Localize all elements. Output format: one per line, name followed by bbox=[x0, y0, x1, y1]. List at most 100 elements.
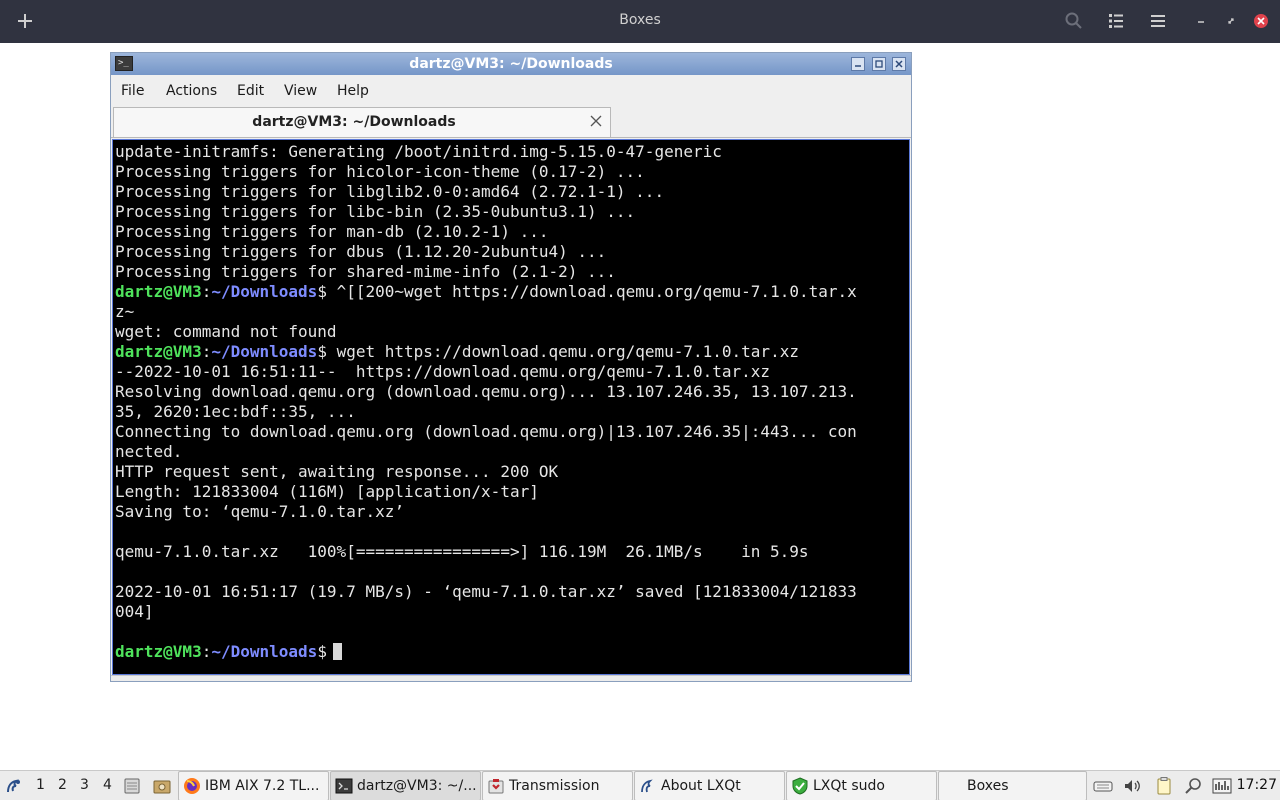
search-icon bbox=[1065, 12, 1082, 29]
terminal-line: Processing triggers for dbus (1.12.20-2u… bbox=[115, 242, 607, 261]
task-label: About LXQt bbox=[661, 778, 741, 794]
terminal-output[interactable]: update-initramfs: Generating /boot/initr… bbox=[112, 139, 910, 675]
menu-file[interactable]: File bbox=[121, 83, 144, 99]
list-view-icon bbox=[1109, 14, 1123, 28]
terminal-icon bbox=[335, 778, 353, 794]
prompt-symbol: $ bbox=[317, 282, 327, 301]
task-label: Boxes bbox=[967, 778, 1009, 794]
file-manager-icon[interactable] bbox=[152, 776, 172, 796]
restore-button[interactable] bbox=[1217, 8, 1245, 34]
menu-actions[interactable]: Actions bbox=[166, 83, 217, 99]
window-title: dartz@VM3: ~/Downloads bbox=[409, 56, 613, 72]
tab-divider bbox=[111, 137, 911, 138]
tab-close-icon[interactable] bbox=[590, 115, 602, 127]
text-cursor bbox=[332, 643, 342, 660]
terminal-line: Processing triggers for hicolor-icon-the… bbox=[115, 162, 645, 181]
close-icon bbox=[895, 60, 903, 68]
desktop-2-button[interactable]: 2 bbox=[58, 777, 67, 793]
minimize-icon bbox=[855, 65, 861, 67]
task-boxes[interactable]: Boxes bbox=[938, 771, 1087, 800]
prompt-separator: : bbox=[201, 642, 212, 661]
task-label: LXQt sudo bbox=[813, 778, 885, 794]
prompt-line: dartz@VM3:~/Downloads$ ^[[200~wget https… bbox=[115, 282, 857, 302]
restore-icon bbox=[1228, 18, 1234, 24]
task-label: dartz@VM3: ~/... bbox=[357, 778, 477, 794]
view-list-button[interactable] bbox=[1102, 8, 1130, 34]
prompt-path: ~/Downloads bbox=[211, 342, 318, 361]
task-lxqt-sudo[interactable]: LXQt sudo bbox=[786, 771, 937, 800]
task-transmission[interactable]: Transmission bbox=[482, 771, 633, 800]
terminal-line: Processing triggers for libc-bin (2.35-0… bbox=[115, 202, 636, 221]
task-ibm-aix[interactable]: IBM AIX 7.2 TL... bbox=[178, 771, 329, 800]
prompt-separator: : bbox=[201, 342, 212, 361]
window-titlebar[interactable]: >_ dartz@VM3: ~/Downloads bbox=[111, 53, 911, 75]
terminal-window: >_ dartz@VM3: ~/Downloads File Actions E… bbox=[110, 52, 912, 682]
prompt-line: dartz@VM3:~/Downloads$ bbox=[115, 642, 857, 662]
terminal-line: Length: 121833004 (116M) [application/x-… bbox=[115, 482, 539, 501]
lxqt-icon bbox=[641, 779, 653, 793]
clipboard-icon[interactable] bbox=[1154, 776, 1174, 796]
task-about-lxqt[interactable]: About LXQt bbox=[634, 771, 785, 800]
prompt-user: dartz@VM3 bbox=[115, 342, 202, 361]
network-icon[interactable] bbox=[1183, 776, 1203, 796]
terminal-line: Processing triggers for libglib2.0-0:amd… bbox=[115, 182, 665, 201]
window-close-button[interactable] bbox=[892, 57, 906, 71]
terminal-line: z~ bbox=[115, 302, 135, 321]
main-menu-button[interactable] bbox=[1144, 8, 1172, 34]
menu-bar: File Actions Edit View Help bbox=[111, 77, 911, 105]
close-button[interactable] bbox=[1247, 8, 1275, 34]
window-minimize-button[interactable] bbox=[851, 57, 865, 71]
minimize-icon bbox=[1198, 21, 1204, 23]
command-text: wget https://download.qemu.org/qemu-7.1.… bbox=[326, 342, 799, 361]
terminal-line: wget: command not found bbox=[115, 322, 337, 341]
main-menu-icon[interactable] bbox=[4, 776, 24, 796]
terminal-line: nected. bbox=[115, 442, 183, 461]
show-desktop-icon[interactable] bbox=[122, 776, 142, 796]
desktop-3-button[interactable]: 3 bbox=[80, 777, 89, 793]
prompt-separator: : bbox=[201, 282, 212, 301]
terminal-line: Connecting to download.qemu.org (downloa… bbox=[115, 422, 857, 441]
window-bottom-frame bbox=[111, 675, 911, 681]
shield-check-icon bbox=[792, 777, 808, 795]
clock[interactable]: 17:27 bbox=[1237, 777, 1277, 793]
prompt-line: dartz@VM3:~/Downloads$ wget https://down… bbox=[115, 342, 857, 362]
firefox-icon bbox=[184, 778, 200, 794]
menu-view[interactable]: View bbox=[284, 83, 317, 99]
desktop-1-button[interactable]: 1 bbox=[36, 777, 45, 793]
command-text: ^[[200~wget https://download.qemu.org/qe… bbox=[326, 282, 857, 301]
terminal-line: 35, 2620:1ec:bdf::35, ... bbox=[115, 402, 356, 421]
window-maximize-button[interactable] bbox=[872, 57, 886, 71]
transmission-icon bbox=[488, 779, 504, 794]
progress-line: qemu-7.1.0.tar.xz 100%[================>… bbox=[115, 542, 809, 561]
task-label: Transmission bbox=[509, 778, 600, 794]
terminal-line: Saving to: ‘qemu-7.1.0.tar.xz’ bbox=[115, 502, 404, 521]
prompt-user: dartz@VM3 bbox=[115, 282, 202, 301]
menu-edit[interactable]: Edit bbox=[237, 83, 264, 99]
terminal-tab[interactable]: dartz@VM3: ~/Downloads bbox=[113, 107, 611, 137]
terminal-line: 004] bbox=[115, 602, 154, 621]
hamburger-icon bbox=[1151, 15, 1165, 27]
prompt-path: ~/Downloads bbox=[211, 282, 318, 301]
volume-icon[interactable] bbox=[1122, 776, 1142, 796]
boxes-title: Boxes bbox=[619, 12, 661, 28]
cpu-monitor-icon[interactable] bbox=[1212, 776, 1232, 796]
terminal-line: --2022-10-01 16:51:11-- https://download… bbox=[115, 362, 771, 381]
terminal-line: HTTP request sent, awaiting response... … bbox=[115, 462, 559, 481]
search-button[interactable] bbox=[1060, 8, 1088, 34]
desktop-4-button[interactable]: 4 bbox=[103, 777, 112, 793]
terminal-line: update-initramfs: Generating /boot/initr… bbox=[115, 142, 722, 161]
terminal-line: Processing triggers for shared-mime-info… bbox=[115, 262, 616, 281]
terminal-line: 2022-10-01 16:51:17 (19.7 MB/s) - ‘qemu-… bbox=[115, 582, 857, 601]
maximize-icon bbox=[875, 60, 883, 68]
prompt-path: ~/Downloads bbox=[211, 642, 318, 661]
task-label: IBM AIX 7.2 TL... bbox=[205, 778, 320, 794]
minimize-button[interactable] bbox=[1187, 8, 1215, 34]
close-icon bbox=[1254, 14, 1268, 28]
prompt-symbol: $ bbox=[317, 642, 327, 661]
task-terminal[interactable]: dartz@VM3: ~/... bbox=[330, 771, 481, 800]
tab-label: dartz@VM3: ~/Downloads bbox=[252, 114, 456, 130]
menu-help[interactable]: Help bbox=[337, 83, 369, 99]
keyboard-icon[interactable] bbox=[1093, 776, 1113, 796]
terminal-line: Processing triggers for man-db (2.10.2-1… bbox=[115, 222, 549, 241]
